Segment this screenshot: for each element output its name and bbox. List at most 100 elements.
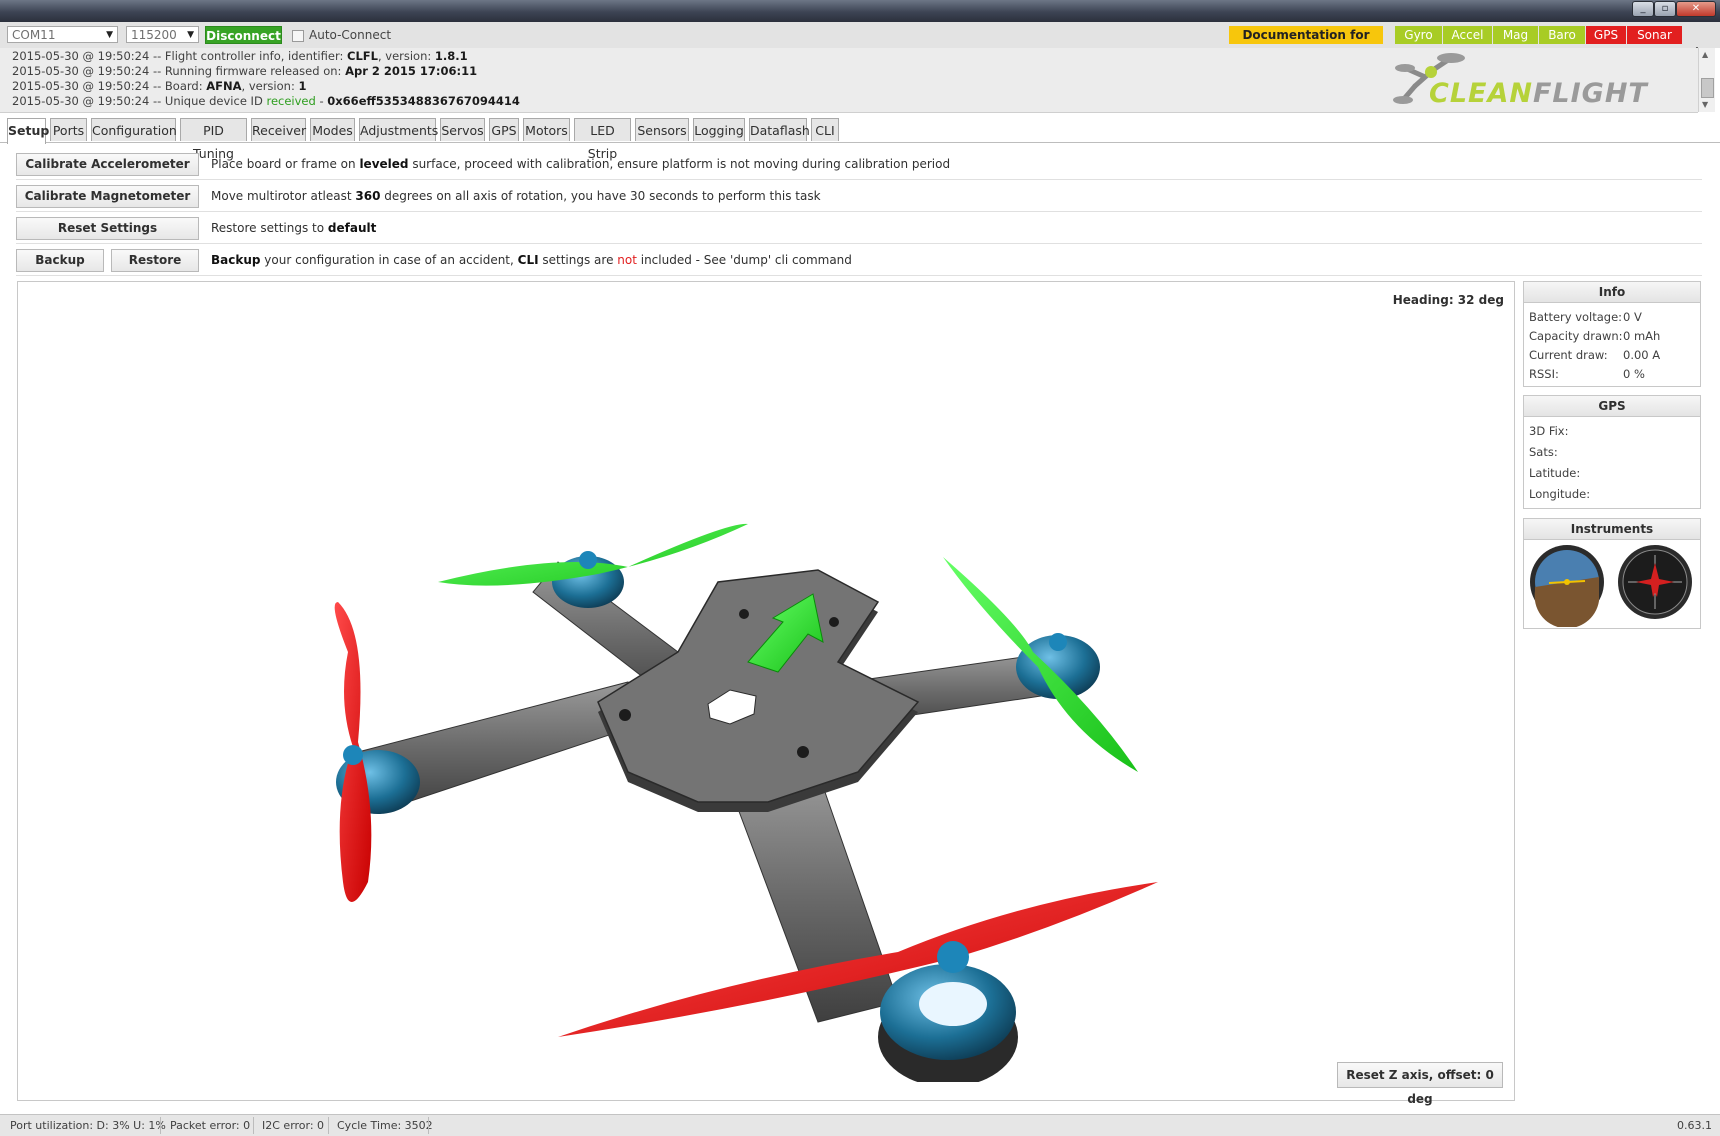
gps-key: Longitude: (1529, 487, 1591, 501)
tab-modes[interactable]: Modes (310, 118, 355, 141)
tab-sensors[interactable]: Sensors (635, 118, 689, 141)
cycle-time: Cycle Time: 3502 (337, 1119, 433, 1132)
log-text: 2015-05-30 @ 19:50:24 -- Unique device I… (12, 94, 267, 108)
reset-settings-description: Restore settings to default (211, 221, 376, 235)
row-text: degrees on all axis of rotation, you hav… (380, 189, 821, 203)
baud-select[interactable]: 115200 ▼ (126, 26, 199, 43)
logo-text-flight: FLIGHT (1532, 78, 1648, 109)
row-bold: leveled (359, 157, 409, 171)
frame-bolt (797, 746, 809, 758)
info-key: Current draw: (1529, 348, 1608, 362)
heading-indicator-icon (1618, 545, 1692, 619)
tab-bar: Setup Ports Configuration PID Tuning Rec… (0, 116, 1720, 161)
cleanflight-logo: CLEANFLIGHT (1393, 50, 1673, 110)
log-value: Apr 2 2015 17:06:11 (345, 64, 478, 78)
scroll-down-icon[interactable]: ▼ (1702, 100, 1708, 109)
gps-key: Latitude: (1529, 466, 1581, 480)
model-view[interactable]: Heading: 32 deg Reset Z axis, offset: 0 … (17, 281, 1515, 1106)
chevron-down-icon: ▼ (106, 30, 113, 40)
port-select[interactable]: COM11 ▼ (7, 26, 118, 43)
tab-setup[interactable]: Setup (7, 118, 49, 144)
i2c-error: I2C error: 0 (262, 1119, 325, 1132)
frame-bolt (739, 609, 749, 619)
log-line: 2015-05-30 @ 19:50:24 -- Running firmwar… (12, 64, 477, 78)
heading-readout: Heading: 32 deg (1392, 293, 1504, 307)
prop-nut (1049, 633, 1067, 651)
status-divider (428, 1117, 429, 1134)
tab-ports[interactable]: Ports (50, 118, 87, 141)
gps-panel: GPS 3D Fix: Sats: Latitude: Longitude: (1523, 395, 1701, 509)
calibrate-magnetometer-row: Calibrate Magnetometer Move multirotor a… (16, 181, 1702, 212)
minimize-icon[interactable]: _ (1632, 1, 1654, 17)
gps-row-fix: 3D Fix: (1529, 424, 1568, 438)
calibrate-magnetometer-button[interactable]: Calibrate Magnetometer (16, 185, 199, 208)
tab-configuration[interactable]: Configuration (91, 118, 177, 141)
tab-gps[interactable]: GPS (489, 118, 519, 141)
info-panel-title: Info (1524, 282, 1700, 303)
log-value: 1 (298, 79, 307, 93)
sensor-gps: GPS (1586, 26, 1626, 44)
gps-panel-title: GPS (1524, 396, 1700, 417)
tab-servos[interactable]: Servos (440, 118, 485, 141)
close-icon[interactable]: ✕ (1676, 1, 1716, 17)
sensor-accel: Accel (1443, 26, 1492, 44)
info-value: 0.00 A (1623, 348, 1661, 362)
row-bold: 360 (355, 189, 381, 203)
tab-receiver[interactable]: Receiver (251, 118, 306, 141)
disconnect-button[interactable]: Disconnect (205, 26, 282, 44)
row-text: your configuration in case of an acciden… (260, 253, 518, 267)
restore-button[interactable]: Restore (111, 249, 199, 272)
log-panel: 2015-05-30 @ 19:50:24 -- Flight controll… (0, 48, 1698, 113)
app-version: 0.63.1 (1677, 1119, 1712, 1132)
info-value: 0 V (1623, 310, 1642, 324)
maximize-icon[interactable]: ▫ (1654, 1, 1676, 17)
port-select-value: COM11 (12, 28, 56, 42)
row-red: not (617, 253, 637, 267)
backup-button[interactable]: Backup (16, 249, 104, 272)
calibrate-accelerometer-button[interactable]: Calibrate Accelerometer (16, 153, 199, 176)
chevron-down-icon: ▼ (187, 30, 194, 40)
tab-motors[interactable]: Motors (523, 118, 570, 141)
log-text: - (315, 94, 328, 108)
scroll-up-icon[interactable]: ▲ (1702, 50, 1708, 59)
documentation-button[interactable]: Documentation for 1.8.1 (1229, 26, 1383, 60)
info-row-rssi: RSSI: 0 % (1529, 367, 1645, 381)
sensor-gyro: Gyro (1395, 26, 1442, 44)
log-text: 2015-05-30 @ 19:50:24 -- Board: (12, 79, 207, 93)
log-value: CLFL (347, 49, 378, 63)
tab-led-strip[interactable]: LED Strip (574, 118, 631, 161)
tab-adjustments[interactable]: Adjustments (359, 118, 438, 141)
tab-dataflash[interactable]: Dataflash (749, 118, 810, 141)
row-text: settings are (538, 253, 618, 267)
motor-front-bell (919, 982, 987, 1026)
sensor-sonar: Sonar (1627, 26, 1682, 44)
reset-settings-button[interactable]: Reset Settings (16, 217, 199, 240)
auto-connect-checkbox[interactable] (292, 30, 304, 42)
tab-logging[interactable]: Logging (693, 118, 745, 141)
frame-bolt (619, 709, 631, 721)
gps-row-sats: Sats: (1529, 445, 1558, 459)
instrument-gauges (1530, 545, 1692, 627)
info-value: 0 mAh (1623, 329, 1661, 343)
info-value: 0 % (1623, 367, 1645, 381)
row-text: Move multirotor atleast (211, 189, 356, 203)
logo-text-clean: CLEAN (1429, 78, 1533, 109)
baud-select-value: 115200 (131, 28, 177, 42)
log-scrollbar[interactable]: ▲ ▼ (1698, 48, 1715, 112)
gps-key: Sats: (1529, 445, 1558, 459)
scroll-thumb[interactable] (1701, 78, 1714, 98)
instruments-panel: Instruments (1523, 518, 1701, 629)
tab-pid-tuning[interactable]: PID Tuning (180, 118, 247, 161)
auto-connect-label: Auto-Connect (309, 28, 392, 42)
sensor-mag: Mag (1493, 26, 1538, 44)
row-text: Restore settings to (211, 221, 328, 235)
reset-z-axis-button[interactable]: Reset Z axis, offset: 0 deg (1337, 1062, 1503, 1106)
tab-cli[interactable]: CLI (811, 118, 839, 141)
log-line: 2015-05-30 @ 19:50:24 -- Flight controll… (12, 49, 468, 63)
log-value: AFNA (206, 79, 242, 93)
window-titlebar: _ ▫ ✕ (0, 0, 1720, 22)
port-utilization: Port utilization: D: 3% U: 1% (10, 1119, 166, 1132)
row-bold: CLI (517, 253, 539, 267)
attitude-indicator-icon (1530, 545, 1604, 627)
sensor-baro: Baro (1539, 26, 1585, 44)
